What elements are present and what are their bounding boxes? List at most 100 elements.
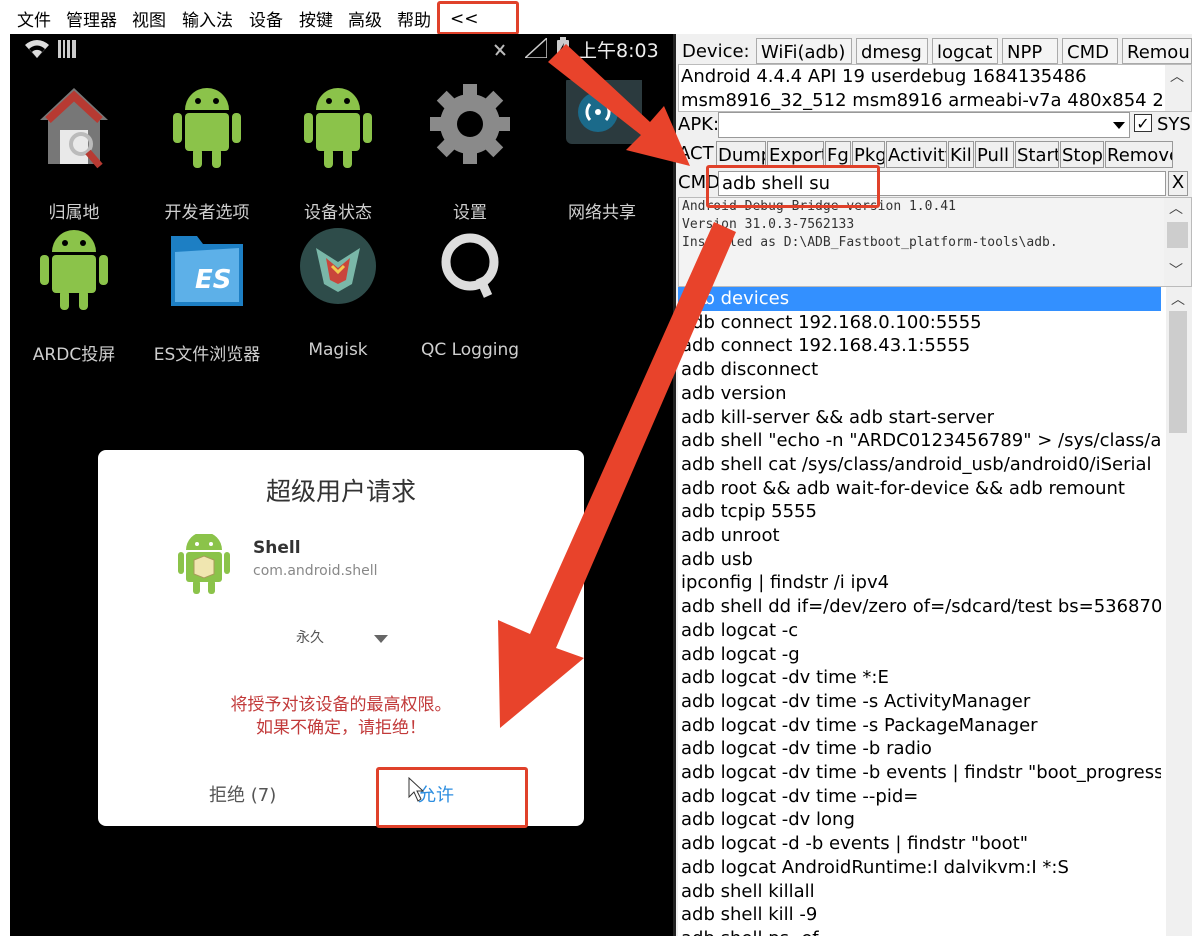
command-list-item[interactable]: adb kill-server && adb start-server (678, 406, 1161, 430)
dialog-app-name: Shell (253, 538, 301, 558)
android-icon (40, 230, 108, 310)
app-label: 网络共享 (568, 203, 636, 223)
deny-button[interactable]: 拒绝 (7) (209, 781, 276, 807)
pull-button[interactable]: Pull (975, 141, 1014, 168)
menu-keys[interactable]: 按键 (299, 6, 333, 31)
console-output: Android Debug Bridge version 1.0.41 Vers… (678, 197, 1192, 287)
tab-device[interactable]: Device: (678, 38, 754, 64)
stop-button[interactable]: Stop (1060, 141, 1104, 168)
tab-dmesg[interactable]: dmesg (856, 38, 928, 64)
shell-app-icon (178, 534, 230, 594)
command-list-item[interactable]: adb root && adb wait-for-device && adb r… (678, 477, 1161, 501)
qc-logging-icon (441, 233, 499, 298)
command-list-item[interactable]: adb version (678, 382, 1161, 406)
app-label: 归属地 (48, 203, 100, 223)
remove-button[interactable]: Remove (1105, 141, 1173, 168)
tab-wifi-adb[interactable]: WiFi(adb) (756, 38, 852, 64)
command-list-item[interactable]: ipconfig | findstr /i ipv4 (678, 571, 1161, 595)
app-developer-options[interactable]: 开发者选项 (147, 80, 267, 223)
app-settings[interactable]: 设置 (410, 80, 530, 223)
app-label: 开发者选项 (164, 203, 250, 223)
app-label: Magisk (308, 340, 368, 360)
menu-input-method[interactable]: 输入法 (182, 6, 233, 31)
signal-icon (525, 38, 547, 58)
scrollbar[interactable]: ︿ (1165, 65, 1191, 111)
menu-file[interactable]: 文件 (17, 6, 51, 31)
command-list-item[interactable]: adb usb (678, 548, 1161, 572)
apk-select[interactable] (718, 112, 1130, 138)
vibrate-off-icon (494, 44, 506, 56)
command-list-item[interactable]: adb logcat -dv time *:E (678, 666, 1161, 690)
wifi-icon (25, 40, 49, 58)
chevron-down-icon[interactable] (1113, 122, 1125, 129)
act-label: ACT (678, 143, 714, 164)
menu-manager[interactable]: 管理器 (66, 6, 117, 31)
dump-button[interactable]: Dump (716, 141, 766, 168)
collapse-panel-button[interactable]: << (437, 1, 519, 35)
command-list-item[interactable]: adb tcpip 5555 (678, 500, 1161, 524)
menu-bar: 文件 管理器 视图 输入法 设备 按键 高级 帮助 << (0, 0, 1192, 35)
scroll-up-icon[interactable]: ︿ (1165, 65, 1189, 87)
scrollbar[interactable]: ︿ ﹀ (1164, 198, 1191, 286)
scroll-up-icon[interactable]: ︿ (1166, 289, 1190, 311)
tab-remount[interactable]: Remou (1122, 38, 1192, 64)
app-guishudi[interactable]: 归属地 (14, 80, 134, 223)
command-list-item[interactable]: adb unroot (678, 524, 1161, 548)
device-info: Android 4.4.4 API 19 userdebug 168413548… (678, 64, 1192, 112)
app-ardc[interactable]: ARDC投屏 (14, 222, 134, 365)
app-device-status[interactable]: 设备状态 (278, 80, 398, 223)
command-list-item[interactable]: adb shell ps -ef (678, 927, 1161, 936)
dialog-warning: 将授予对该设备的最高权限。 如果不确定，请拒绝！ (230, 695, 452, 738)
clear-cmd-button[interactable]: X (1168, 171, 1188, 196)
command-list-item[interactable]: adb connect 192.168.0.100:5555 (678, 311, 1161, 335)
command-list-item[interactable]: adb shell dd if=/dev/zero of=/sdcard/tes… (678, 595, 1161, 619)
scroll-thumb[interactable] (1169, 311, 1187, 433)
command-list-item[interactable]: adb logcat -dv time --pid= (678, 785, 1161, 809)
command-list-item[interactable]: adb shell cat /sys/class/android_usb/and… (678, 453, 1161, 477)
export-button[interactable]: Export (767, 141, 824, 168)
app-es-file-explorer[interactable]: ES ES文件浏览器 (147, 222, 267, 365)
phone-screen[interactable]: 上午8:03 归属地 开发者选项 设备状态 设置 网络共享 ARDC投屏 ES … (10, 34, 673, 936)
command-list-item[interactable]: adb logcat -d -b events | findstr "boot" (678, 832, 1161, 856)
menu-view[interactable]: 视图 (132, 6, 166, 31)
scroll-thumb[interactable] (1167, 222, 1188, 248)
duration-select[interactable]: 永久 (296, 627, 324, 647)
app-label: 设备状态 (304, 203, 372, 223)
fg-button[interactable]: Fg (825, 141, 851, 168)
command-list-item[interactable]: adb logcat -g (678, 643, 1161, 667)
tab-npp[interactable]: NPP (1002, 38, 1058, 64)
menu-advanced[interactable]: 高级 (348, 6, 382, 31)
app-qc-logging[interactable]: QC Logging (410, 222, 530, 362)
pkg-button[interactable]: Pkg (852, 141, 885, 168)
tab-logcat[interactable]: logcat (932, 38, 998, 64)
activity-button[interactable]: Activity (886, 141, 947, 168)
chevron-down-icon[interactable] (374, 635, 388, 643)
command-list-item[interactable]: adb logcat -dv time -b radio (678, 737, 1161, 761)
command-list-item[interactable]: adb connect 192.168.43.1:5555 (678, 334, 1161, 358)
tab-cmd[interactable]: CMD (1062, 38, 1118, 64)
command-list-item[interactable]: adb shell killall (678, 880, 1161, 904)
command-list-item[interactable]: adb logcat -dv time -s ActivityManager (678, 690, 1161, 714)
sys-checkbox[interactable]: ✓ (1134, 114, 1152, 133)
menu-help[interactable]: 帮助 (397, 6, 431, 31)
command-list-item[interactable]: adb logcat AndroidRuntime:I dalvikvm:I *… (678, 856, 1161, 880)
kill-button[interactable]: Kil (948, 141, 974, 168)
scroll-up-icon[interactable]: ︿ (1164, 200, 1188, 222)
command-list-item[interactable]: adb logcat -dv time -s PackageManager (678, 714, 1161, 738)
app-magisk[interactable]: Magisk (278, 222, 398, 362)
menu-device[interactable]: 设备 (249, 6, 283, 31)
command-list-item[interactable]: adb devices (678, 287, 1161, 311)
cmd-highlight-box (706, 165, 880, 208)
command-list-item[interactable]: adb shell kill -9 (678, 903, 1161, 927)
command-list-item[interactable]: adb disconnect (678, 358, 1161, 382)
barcode-icon (58, 40, 76, 58)
command-list-item[interactable]: adb logcat -dv time -b events | findstr … (678, 761, 1161, 785)
scrollbar[interactable]: ︿ (1166, 287, 1190, 936)
scroll-down-icon[interactable]: ﹀ (1164, 262, 1188, 284)
command-list-item[interactable]: adb shell "echo -n "ARDC0123456789" > /s… (678, 429, 1161, 453)
command-list-item[interactable]: adb logcat -c (678, 619, 1161, 643)
app-hotspot[interactable]: 网络共享 (542, 80, 662, 223)
svg-text:ES: ES (195, 265, 232, 295)
command-list-item[interactable]: adb logcat -dv long (678, 808, 1161, 832)
start-button[interactable]: Start (1015, 141, 1059, 168)
